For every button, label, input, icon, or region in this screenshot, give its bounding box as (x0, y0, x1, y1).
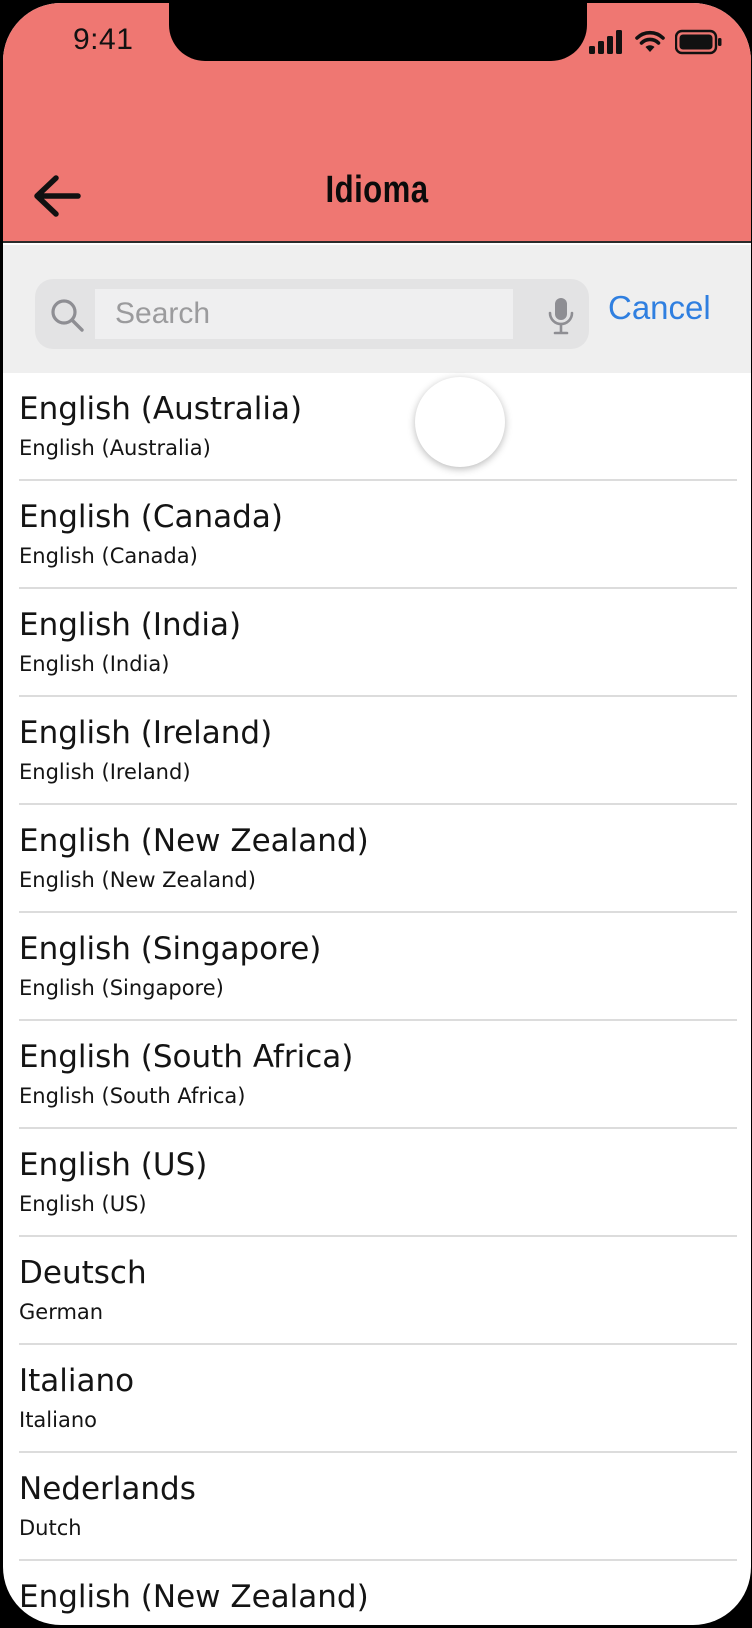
wifi-icon (635, 30, 665, 52)
language-list-item[interactable]: English (New Zealand) English (New Zealan… (3, 805, 751, 913)
language-list-item[interactable]: English (South Africa) English (South Afr… (3, 1021, 751, 1129)
language-subtitle: English (Canada) (19, 544, 198, 568)
language-subtitle: English (India) (19, 652, 170, 676)
language-list-item[interactable]: English (Singapore) English (Singapore) (3, 913, 751, 1021)
cellular-signal-icon (589, 30, 622, 54)
language-name: Italiano (19, 1363, 135, 1399)
search-input[interactable] (95, 289, 513, 339)
language-list-item[interactable]: English (Canada) English (Canada) (3, 481, 751, 589)
language-name: English (Ireland) (19, 715, 273, 751)
language-subtitle: English (New Zealand) (19, 868, 256, 892)
language-list-item[interactable]: Italiano Italiano (3, 1345, 751, 1453)
language-subtitle: English (Singapore) (19, 976, 224, 1000)
microphone-icon[interactable] (547, 297, 575, 335)
language-list-item[interactable]: English (New Zealand) English (New Zealan… (3, 1561, 751, 1625)
language-subtitle: English (Ireland) (19, 760, 191, 784)
search-bar-area: Cancel (3, 245, 751, 373)
cancel-button[interactable]: Cancel (608, 289, 711, 327)
language-subtitle: English (South Africa) (19, 1084, 246, 1108)
language-subtitle: Italiano (19, 1408, 97, 1432)
search-box[interactable] (35, 279, 589, 349)
language-name: English (Singapore) (19, 931, 322, 967)
language-list-item[interactable]: English (Ireland) English (Ireland) (3, 697, 751, 805)
language-list-item[interactable]: English (Australia) English (Australia) (3, 373, 751, 481)
language-name: English (Canada) (19, 499, 283, 535)
battery-icon (675, 29, 722, 55)
language-subtitle: English (Australia) (19, 436, 211, 460)
language-list-item[interactable]: Deutsch German (3, 1237, 751, 1345)
phone-screen: 9:41 Idioma Search Cancel English (Austr… (3, 3, 751, 1625)
status-icons (589, 29, 723, 55)
device-notch (169, 3, 587, 61)
language-subtitle: English (New Zealand) (19, 1624, 256, 1625)
status-time: 9:41 (73, 23, 134, 56)
language-name: Nederlands (19, 1471, 196, 1507)
search-icon (51, 299, 84, 332)
touch-indicator (415, 377, 505, 467)
language-subtitle: Dutch (19, 1516, 82, 1540)
language-name: English (South Africa) (19, 1039, 354, 1075)
language-name: English (India) (19, 607, 242, 643)
language-list: English (Australia) English (Australia) En… (3, 373, 751, 1625)
app-header: 9:41 Idioma (3, 3, 751, 243)
language-name: English (New Zealand) (19, 1579, 369, 1615)
language-name: English (US) (19, 1147, 208, 1183)
language-list-item[interactable]: English (India) English (India) (3, 589, 751, 697)
language-list-item[interactable]: English (US) English (US) (3, 1129, 751, 1237)
language-subtitle: German (19, 1300, 104, 1324)
language-name: Deutsch (19, 1255, 147, 1291)
language-name: English (New Zealand) (19, 823, 369, 859)
language-subtitle: English (US) (19, 1192, 147, 1216)
language-name: English (Australia) (19, 391, 303, 427)
language-list-item[interactable]: Nederlands Dutch (3, 1453, 751, 1561)
page-title: Idioma (325, 169, 429, 211)
